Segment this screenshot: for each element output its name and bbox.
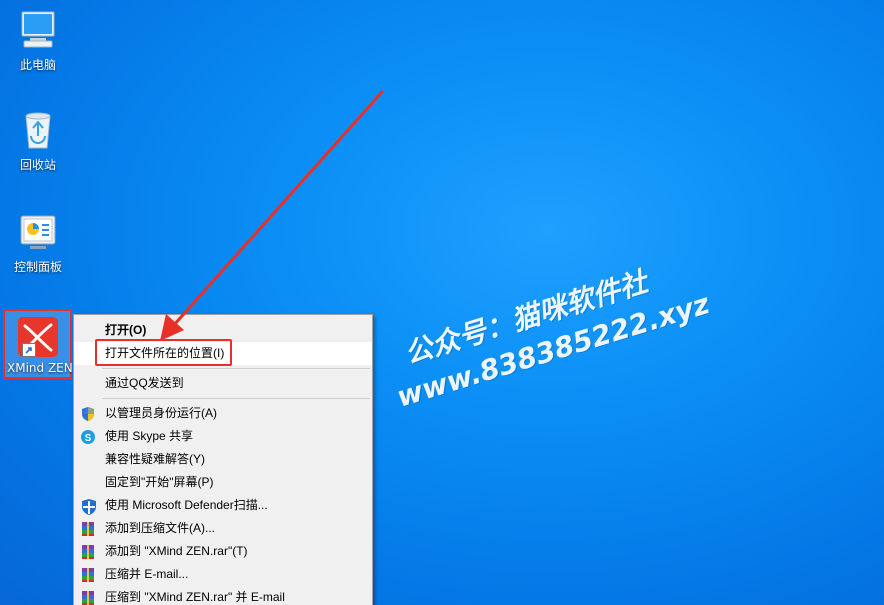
desktop-icon-label: 回收站 <box>19 158 56 172</box>
watermark: 公众号：猫咪软件社 www.838385222.xyz <box>380 241 728 414</box>
menu-item-skype-share[interactable]: S 使用 Skype 共享 <box>74 425 372 448</box>
menu-item-label: 压缩到 "XMind ZEN.rar" 并 E-mail <box>105 590 285 604</box>
winrar-icon <box>80 521 96 537</box>
menu-item-add-to-archive[interactable]: 添加到压缩文件(A)... <box>74 517 372 540</box>
recycle-bin-icon <box>16 108 60 152</box>
menu-item-open[interactable]: 打开(O) <box>74 319 372 342</box>
desktop-icon-this-pc[interactable]: 此电脑 <box>3 8 73 73</box>
watermark-line-2: www.838385222.xyz <box>392 287 714 414</box>
menu-item-label: 打开(O) <box>105 323 147 337</box>
menu-item-pin-to-start[interactable]: 固定到"开始"屏幕(P) <box>74 471 372 494</box>
menu-item-label: 打开文件所在的位置(I) <box>105 346 225 360</box>
menu-item-defender-scan[interactable]: 使用 Microsoft Defender扫描... <box>74 494 372 517</box>
desktop-icon-label: 此电脑 <box>19 58 56 72</box>
monitor-icon <box>16 8 60 52</box>
menu-separator <box>102 368 370 369</box>
menu-item-open-file-location[interactable]: 打开文件所在的位置(I) <box>74 342 372 365</box>
menu-item-label: 通过QQ发送到 <box>105 376 184 390</box>
desktop-icon-xmind[interactable]: XMind ZEN <box>3 309 72 379</box>
menu-item-label: 添加到压缩文件(A)... <box>105 521 215 535</box>
menu-item-label: 使用 Skype 共享 <box>105 429 194 443</box>
menu-item-label: 固定到"开始"屏幕(P) <box>105 475 214 489</box>
menu-separator <box>102 398 370 399</box>
menu-item-label: 使用 Microsoft Defender扫描... <box>105 498 268 512</box>
menu-item-add-to-rar[interactable]: 添加到 "XMind ZEN.rar"(T) <box>74 540 372 563</box>
uac-shield-icon <box>80 406 96 422</box>
menu-item-compatibility[interactable]: 兼容性疑难解答(Y) <box>74 448 372 471</box>
menu-item-send-via-qq[interactable]: 通过QQ发送到 <box>74 372 372 395</box>
control-panel-icon <box>16 210 60 254</box>
xmind-icon <box>16 315 60 359</box>
desktop-icon-label: 控制面板 <box>13 260 62 274</box>
watermark-line-1: 公众号：猫咪软件社 <box>400 265 652 371</box>
desktop-icon-recycle-bin[interactable]: 回收站 <box>3 108 73 173</box>
skype-icon: S <box>80 429 96 445</box>
menu-item-compress-email[interactable]: 压缩并 E-mail... <box>74 563 372 586</box>
desktop-icon-label: XMind ZEN <box>7 361 72 375</box>
menu-item-label: 添加到 "XMind ZEN.rar"(T) <box>105 544 248 558</box>
desktop-icon-control-panel[interactable]: 控制面板 <box>3 210 73 275</box>
winrar-icon <box>80 544 96 560</box>
menu-item-run-as-admin[interactable]: 以管理员身份运行(A) <box>74 402 372 425</box>
winrar-icon <box>80 567 96 583</box>
defender-shield-icon <box>80 498 96 515</box>
menu-item-label: 兼容性疑难解答(Y) <box>105 452 205 466</box>
menu-item-compress-rar-email[interactable]: 压缩到 "XMind ZEN.rar" 并 E-mail <box>74 586 372 605</box>
winrar-icon <box>80 590 96 605</box>
context-menu: 打开(O) 打开文件所在的位置(I) 通过QQ发送到 以管理员身份运行(A) S… <box>73 314 373 605</box>
menu-item-label: 以管理员身份运行(A) <box>105 406 217 420</box>
svg-text:S: S <box>85 433 92 444</box>
menu-item-label: 压缩并 E-mail... <box>105 567 189 581</box>
shortcut-arrow-icon <box>21 343 36 357</box>
